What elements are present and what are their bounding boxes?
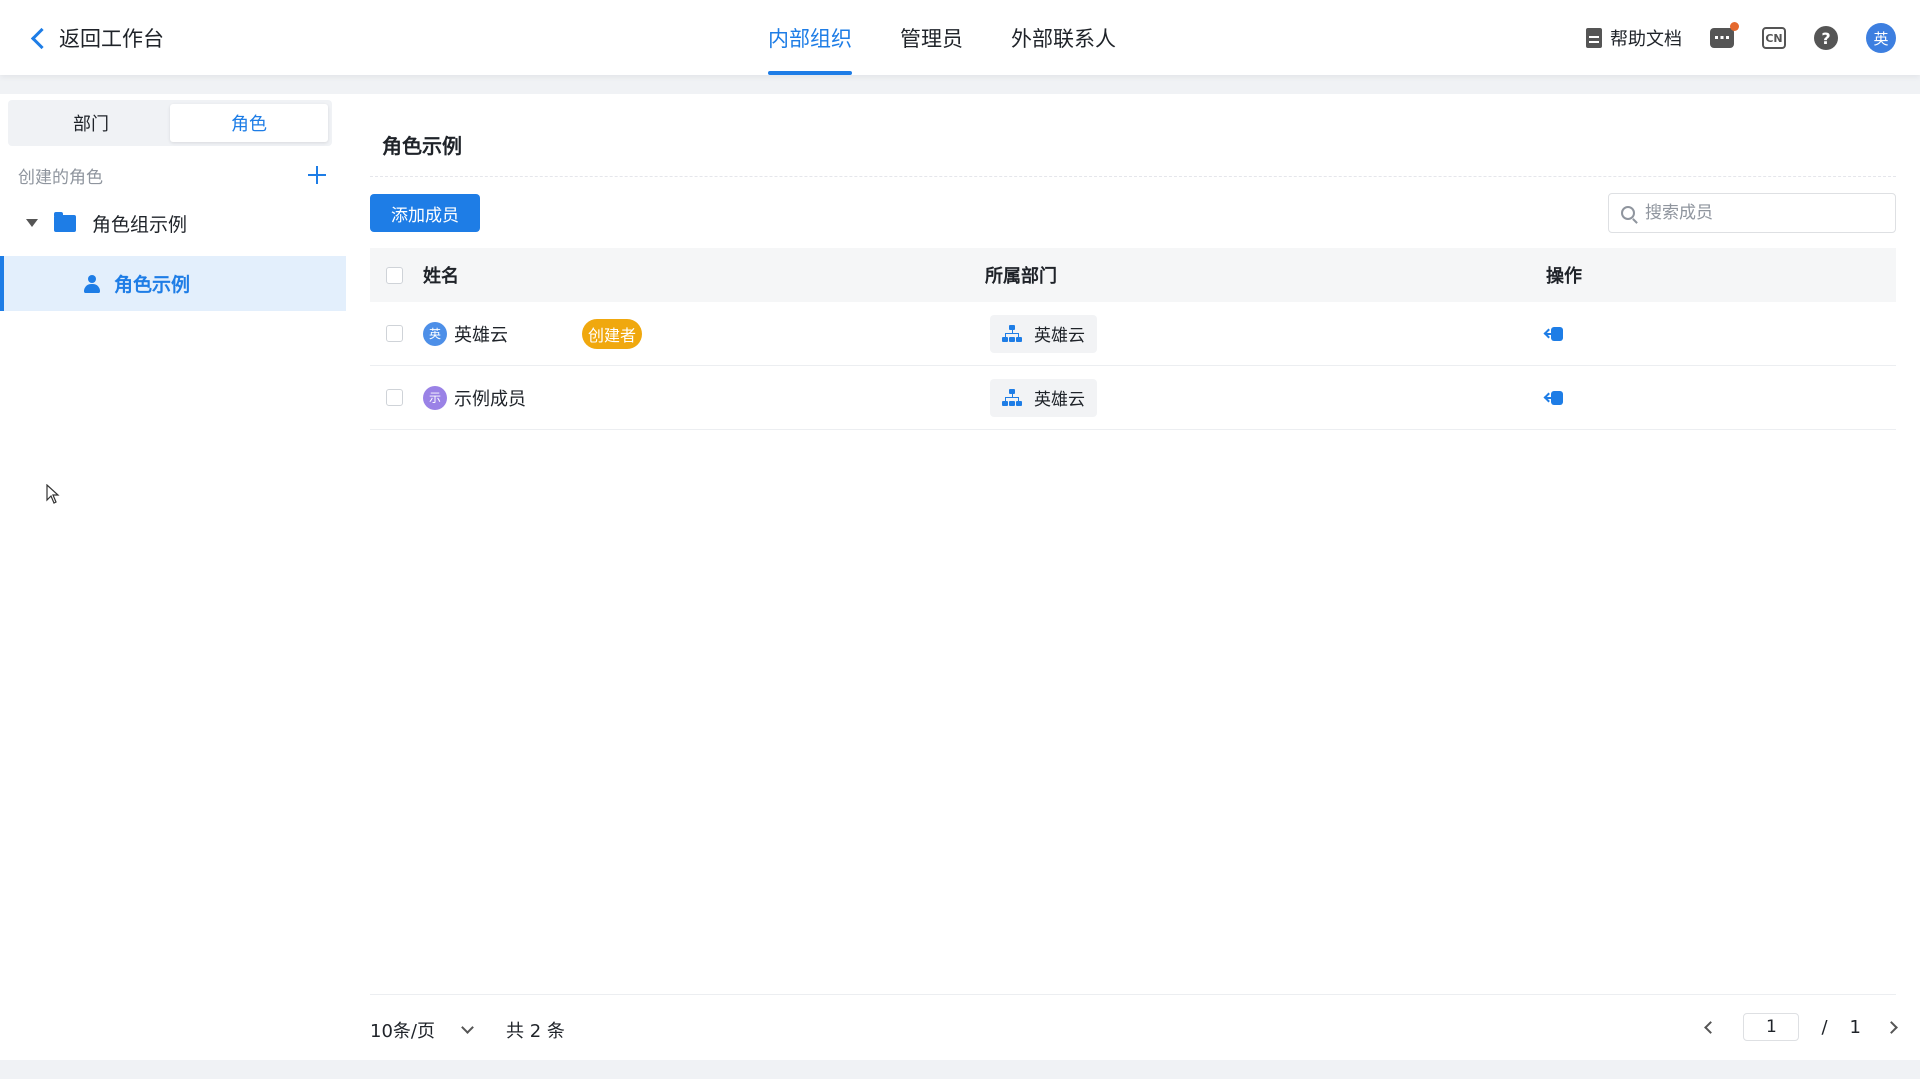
role-group-item[interactable]: 角色组示例	[26, 206, 187, 240]
table-row: 示 示例成员 英雄云	[370, 366, 1896, 430]
main-content: 角色示例 添加成员 姓名 所属部门 操作 英 英雄云 创建者 英雄云 示 示例成…	[346, 94, 1920, 1060]
language-icon[interactable]: CN	[1762, 27, 1786, 49]
user-avatar[interactable]: 英	[1866, 23, 1896, 53]
caret-down-icon[interactable]	[26, 219, 38, 227]
folder-icon	[54, 211, 76, 232]
column-department: 所属部门	[985, 266, 1057, 287]
help-docs-button[interactable]: 帮助文档	[1586, 25, 1682, 51]
creator-badge: 创建者	[582, 318, 643, 349]
chevron-left-icon	[30, 27, 53, 49]
member-name: 英雄云	[454, 324, 508, 346]
main-nav: 内部组织 管理员 外部联系人	[768, 0, 1164, 75]
page-size-select[interactable]: 10条/页	[370, 1017, 474, 1043]
row-checkbox[interactable]	[386, 389, 403, 406]
page-title: 角色示例	[382, 134, 462, 158]
table-header: 姓名 所属部门 操作	[370, 248, 1896, 302]
pager: / 1	[1704, 1011, 1898, 1043]
segment-department[interactable]: 部门	[12, 104, 170, 142]
column-name: 姓名	[423, 266, 459, 287]
row-checkbox[interactable]	[386, 325, 403, 342]
total-count: 共 2 条	[506, 1021, 565, 1042]
tab-external-contacts[interactable]: 外部联系人	[1011, 0, 1116, 75]
department-label: 英雄云	[1034, 390, 1085, 410]
member-name: 示例成员	[454, 388, 526, 410]
role-group-label: 角色组示例	[92, 213, 188, 236]
table-row: 英 英雄云 创建者 英雄云	[370, 302, 1896, 366]
help-docs-label: 帮助文档	[1610, 29, 1682, 50]
member-avatar: 示	[423, 385, 447, 410]
top-header: 返回工作台 内部组织 管理员 外部联系人 帮助文档 CN ? 英	[0, 0, 1920, 75]
tab-admins[interactable]: 管理员	[900, 0, 963, 75]
members-table: 姓名 所属部门 操作 英 英雄云 创建者 英雄云 示 示例成员 英雄云	[370, 248, 1896, 430]
segment-control: 部门 角色	[8, 100, 332, 146]
department-label: 英雄云	[1034, 326, 1085, 346]
search-input[interactable]	[1645, 203, 1875, 223]
created-roles-header: 创建的角色	[18, 160, 328, 190]
add-role-icon[interactable]	[306, 164, 328, 186]
created-roles-label: 创建的角色	[18, 167, 103, 188]
remove-member-icon[interactable]	[1546, 389, 1564, 407]
page-size-label: 10条/页	[370, 1021, 435, 1042]
select-all-checkbox[interactable]	[386, 266, 403, 284]
tab-internal-org[interactable]: 内部组织	[768, 0, 852, 75]
message-icon[interactable]	[1710, 22, 1739, 48]
role-item-selected[interactable]: 角色示例	[0, 256, 346, 311]
document-icon	[1586, 28, 1602, 48]
next-page-icon[interactable]	[1885, 1020, 1898, 1034]
page-separator: /	[1821, 1016, 1828, 1038]
notification-dot	[1730, 22, 1739, 31]
page-number-input[interactable]	[1743, 1013, 1800, 1041]
member-avatar: 英	[423, 321, 447, 346]
header-tools: 帮助文档 CN ? 英	[1586, 22, 1896, 54]
person-icon	[84, 274, 100, 293]
member-department: 英雄云	[990, 378, 1097, 417]
question-icon[interactable]: ?	[1814, 26, 1838, 50]
org-structure-icon	[1002, 388, 1022, 407]
total-pages: 1	[1849, 1016, 1861, 1038]
back-to-workbench-button[interactable]: 返回工作台	[28, 21, 164, 55]
left-panel: 部门 角色 创建的角色 角色组示例 角色示例	[0, 94, 346, 1060]
pagination-footer: 10条/页 共 2 条 / 1	[370, 994, 1898, 1060]
add-member-button[interactable]: 添加成员	[370, 194, 480, 232]
member-department: 英雄云	[990, 314, 1097, 353]
segment-role[interactable]: 角色	[170, 104, 328, 142]
org-structure-icon	[1002, 324, 1022, 343]
remove-member-icon[interactable]	[1546, 325, 1564, 343]
search-box[interactable]	[1608, 193, 1896, 233]
prev-page-icon[interactable]	[1704, 1020, 1718, 1034]
search-icon	[1621, 206, 1635, 220]
title-divider	[370, 176, 1896, 177]
chevron-down-icon	[461, 1021, 474, 1034]
column-action: 操作	[1546, 266, 1582, 287]
back-label: 返回工作台	[59, 27, 164, 51]
role-item-label: 角色示例	[114, 274, 191, 296]
